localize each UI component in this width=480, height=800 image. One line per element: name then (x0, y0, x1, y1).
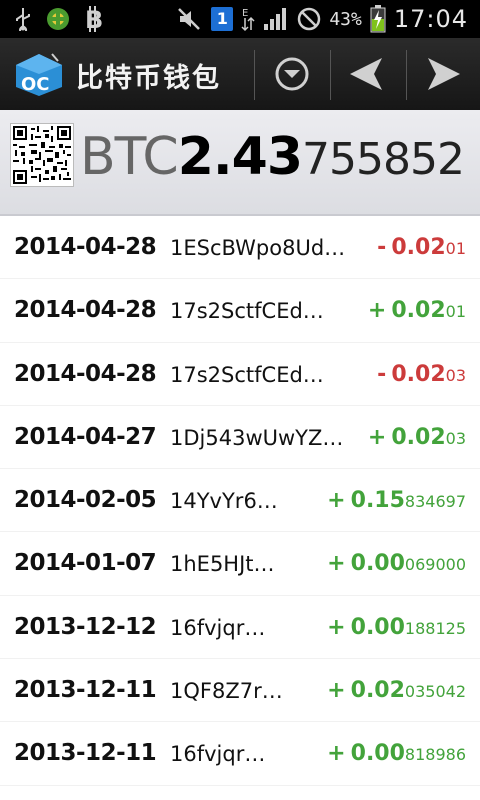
transaction-row[interactable]: 2013-12-11 1QF8Z7r… + 0.02035042 (0, 659, 480, 723)
svg-text:OC: OC (21, 74, 50, 95)
send-button[interactable] (416, 48, 472, 100)
dropdown-button[interactable] (264, 48, 320, 100)
transaction-amount-major: 0.15 (350, 488, 405, 514)
app-title: 比特币钱包 (76, 63, 221, 94)
mute-icon (177, 7, 203, 31)
transaction-row[interactable]: 2014-04-28 17s2SctfCEd… + 0.0201 (0, 279, 480, 343)
transaction-address: 17s2SctfCEd… (170, 362, 324, 387)
signal-icon (263, 7, 289, 31)
transaction-row[interactable]: 2014-04-28 17s2SctfCEd… - 0.0203 (0, 343, 480, 406)
transaction-date: 2014-04-28 (14, 234, 157, 260)
balance-major: 2.43 (177, 127, 303, 187)
transaction-amount-minor: 818986 (404, 745, 466, 765)
battery-icon (370, 5, 386, 33)
transaction-amount-minor: 188125 (404, 618, 466, 638)
transaction-date: 2013-12-11 (14, 677, 157, 704)
transaction-address: 16fvjqr… (170, 742, 266, 767)
no-sim-icon (297, 7, 321, 31)
action-bar-divider (330, 50, 331, 100)
send-arrow-icon (428, 58, 460, 90)
balance-amount: BTC2.43755852 (80, 127, 465, 187)
transaction-amount-major: 0.02 (391, 235, 446, 260)
transaction-amount-sign: + (327, 678, 346, 704)
transaction-amount-major: 0.02 (391, 424, 446, 450)
transaction-list: 2014-04-28 1EScBWpo8Ud… - 0.0201 2014-04-28… (0, 216, 480, 786)
balance-unit: BTC (80, 127, 179, 187)
transaction-amount-sign: - (377, 361, 387, 387)
transaction-amount-major: 0.02 (391, 298, 446, 324)
transaction-amount-minor: 01 (445, 302, 466, 322)
action-bar-divider (406, 50, 407, 100)
transaction-amount-sign: + (327, 741, 346, 767)
transaction-amount-minor: 069000 (404, 555, 466, 575)
transaction-amount: + 0.00188125 (327, 615, 466, 640)
transaction-amount-sign: + (327, 551, 346, 577)
back-button[interactable] (338, 48, 394, 100)
transaction-amount: + 0.00069000 (327, 551, 466, 576)
qr-code-icon[interactable] (10, 123, 74, 187)
transaction-amount-major: 0.00 (350, 551, 405, 577)
transaction-amount-sign: - (377, 235, 387, 260)
transaction-amount-major: 0.02 (350, 678, 405, 704)
transaction-amount: + 0.15834697 (327, 488, 466, 513)
transaction-amount-major: 0.02 (391, 361, 446, 387)
transaction-address: 1QF8Z7r… (170, 679, 283, 704)
usb-icon (14, 7, 32, 31)
transaction-amount: - 0.0201 (377, 235, 466, 260)
dropdown-icon (275, 57, 309, 91)
action-bar-divider (254, 50, 255, 100)
status-left-icons: B (14, 6, 106, 32)
transaction-amount: + 0.0203 (368, 425, 466, 450)
transaction-row[interactable]: 2014-04-28 1EScBWpo8Ud… - 0.0201 (0, 216, 480, 280)
transaction-address: 14YvYr6… (170, 489, 278, 514)
transaction-amount-sign: + (327, 488, 346, 514)
transaction-amount: + 0.02035042 (327, 678, 466, 703)
back-arrow-icon (350, 58, 382, 90)
transaction-row[interactable]: 2014-04-27 1Dj543wUwYZ… + 0.0203 (0, 406, 480, 470)
status-time: 17:04 (393, 5, 468, 33)
battery-percent: 43% (329, 8, 362, 30)
notification-badge-icon: 1 (211, 7, 234, 31)
transaction-amount: - 0.0203 (377, 362, 466, 387)
status-right-icons: 1 E 43% 17:04 (177, 5, 468, 33)
green-app-icon (46, 7, 70, 31)
transaction-row[interactable]: 2014-02-05 14YvYr6… + 0.15834697 (0, 469, 480, 533)
transaction-amount-minor: 01 (445, 239, 466, 258)
transaction-amount: + 0.0201 (368, 298, 466, 323)
transaction-address: 17s2SctfCEd… (170, 299, 324, 324)
transaction-amount: + 0.00818986 (327, 741, 466, 766)
transaction-amount-minor: 035042 (404, 682, 466, 702)
transaction-row[interactable]: 2013-12-12 16fvjqr… + 0.00188125 (0, 596, 480, 660)
balance-minor: 755852 (302, 134, 465, 185)
data-arrows-icon: E (241, 6, 255, 32)
transaction-address: 1hE5HJt… (170, 552, 275, 577)
transaction-date: 2014-04-28 (14, 360, 157, 387)
transaction-amount-major: 0.00 (350, 614, 405, 640)
transaction-date: 2014-01-07 (14, 550, 157, 577)
transaction-amount-sign: + (367, 424, 387, 450)
transaction-row[interactable]: 2014-01-07 1hE5HJt… + 0.00069000 (0, 532, 480, 596)
transaction-address: 1Dj543wUwYZ… (170, 425, 344, 450)
app-logo-icon[interactable]: OC (12, 52, 66, 102)
transaction-date: 2013-12-12 (14, 613, 157, 640)
transaction-amount-sign: + (327, 614, 346, 640)
transaction-amount-minor: 03 (445, 365, 466, 385)
transaction-amount-minor: 03 (445, 428, 466, 448)
transaction-date: 2014-04-27 (14, 423, 157, 450)
svg-text:E: E (242, 8, 248, 19)
transaction-date: 2013-12-11 (14, 740, 157, 767)
transaction-row[interactable]: 2013-12-11 16fvjqr… + 0.00818986 (0, 722, 480, 786)
transaction-address: 16fvjqr… (170, 615, 266, 640)
transaction-amount-minor: 834697 (404, 492, 466, 512)
transaction-date: 2014-04-28 (14, 297, 157, 324)
transaction-amount-sign: + (367, 298, 387, 324)
action-bar: OC 比特币钱包 (0, 38, 480, 111)
transaction-address: 1EScBWpo8Ud… (170, 236, 346, 260)
transaction-amount-major: 0.00 (350, 741, 405, 767)
status-bar: B 1 E 43% 17:04 (0, 0, 480, 38)
transaction-date: 2014-02-05 (14, 487, 157, 514)
bitcoin-icon: B (84, 6, 106, 32)
